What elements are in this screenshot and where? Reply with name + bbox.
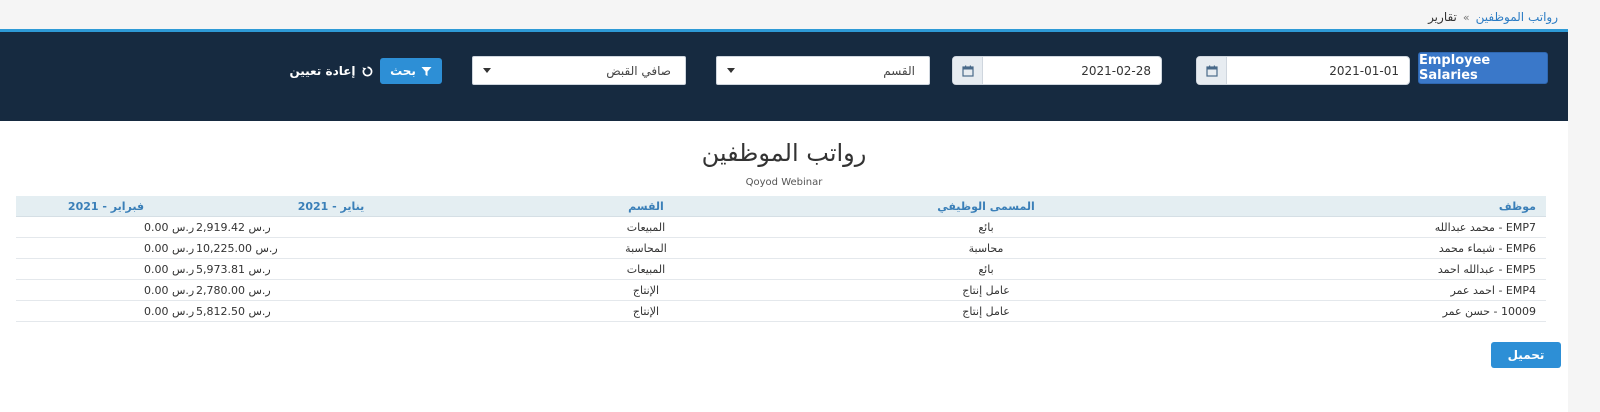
department-select-value: القسم [883,63,915,78]
cell-january: 5,973.81 ر.س [196,262,271,276]
cell-department: الإنتاج [632,304,660,318]
column-header-department: القسم [628,199,664,213]
search-button[interactable]: بحث [380,58,442,84]
chevron-down-icon [473,68,501,73]
table-row: EMP4 - احمد عمر عامل إنتاج الإنتاج 2,780… [16,280,1546,301]
breadcrumb-reports-link[interactable]: تقارير [1428,10,1457,24]
breadcrumb-current[interactable]: رواتب الموظفين [1476,10,1558,24]
date-from-value: 2021-01-01 [1329,63,1399,78]
cell-january: 2,919.42 ر.س [196,220,271,234]
date-from-field[interactable]: 2021-01-01 [1196,56,1410,85]
cell-department: المحاسبة [625,241,667,255]
reset-button[interactable]: إعادة تعيين [288,58,374,84]
column-header-job-title: المسمى الوظيفي [937,199,1035,213]
cell-february: 0.00 ر.س [144,283,195,297]
cell-job-title: محاسبة [968,241,1004,255]
column-header-january: يناير - 2021 [297,199,365,213]
reset-icon [362,66,372,76]
cell-department: المبيعات [626,262,666,276]
table-row: EMP6 - شيماء محمد محاسبة المحاسبة 10,225… [16,238,1546,259]
report-title: رواتب الموظفين [701,139,867,167]
cell-february: 0.00 ر.س [144,241,195,255]
filter-icon [421,66,432,76]
cell-job-title: عامل إنتاج [962,283,1010,297]
cell-department: المبيعات [626,220,666,234]
salaries-table: موظف المسمى الوظيفي القسم يناير - 2021 ف… [16,196,1546,322]
column-header-employee: موظف [1498,199,1536,213]
table-row: 10009 - حسن عمر عامل إنتاج الإنتاج 5,812… [16,301,1546,322]
table-header-row: موظف المسمى الوظيفي القسم يناير - 2021 ف… [16,196,1546,217]
column-header-february: فبراير - 2021 [67,199,145,213]
cell-job-title: بائع [978,262,994,276]
cell-february: 0.00 ر.س [144,262,195,276]
pay-type-select[interactable]: صافي القبض [472,56,686,85]
report-page: Employee Salaries 2021-01-01 2021-02-28 … [0,29,1568,412]
calendar-icon[interactable] [953,57,983,84]
download-button[interactable]: تحميل [1491,342,1561,368]
cell-employee: EMP5 - عبدالله احمد [1437,262,1536,276]
cell-february: 0.00 ر.س [144,220,195,234]
cell-job-title: بائع [978,220,994,234]
cell-department: الإنتاج [632,283,660,297]
reset-button-label: إعادة تعيين [289,64,356,78]
cell-january: 2,780.00 ر.س [196,283,271,297]
cell-employee: EMP4 - احمد عمر [1450,283,1536,297]
cell-employee: EMP6 - شيماء محمد [1438,241,1536,255]
cell-employee: EMP7 - محمد عبدالله [1434,220,1536,234]
cell-january: 5,812.50 ر.س [196,304,271,318]
filter-bar: Employee Salaries 2021-01-01 2021-02-28 … [0,29,1568,121]
search-button-label: بحث [390,64,416,78]
breadcrumb-separator: » [1462,10,1470,24]
table-row: EMP7 - محمد عبدالله بائع المبيعات 2,919.… [16,217,1546,238]
department-select[interactable]: القسم [716,56,930,85]
employee-salaries-button[interactable]: Employee Salaries [1418,52,1548,84]
cell-employee: 10009 - حسن عمر [1442,304,1536,318]
report-subtitle: Qoyod Webinar [745,177,823,188]
cell-job-title: عامل إنتاج [962,304,1010,318]
date-to-value: 2021-02-28 [1081,63,1151,78]
date-to-field[interactable]: 2021-02-28 [952,56,1162,85]
cell-january: 10,225.00 ر.س [196,241,278,255]
table-row: EMP5 - عبدالله احمد بائع المبيعات 5,973.… [16,259,1546,280]
cell-february: 0.00 ر.س [144,304,195,318]
chevron-down-icon [717,68,745,73]
calendar-icon[interactable] [1197,57,1227,84]
pay-type-select-value: صافي القبض [606,63,671,78]
breadcrumb: تقارير » رواتب الموظفين [1428,8,1558,26]
